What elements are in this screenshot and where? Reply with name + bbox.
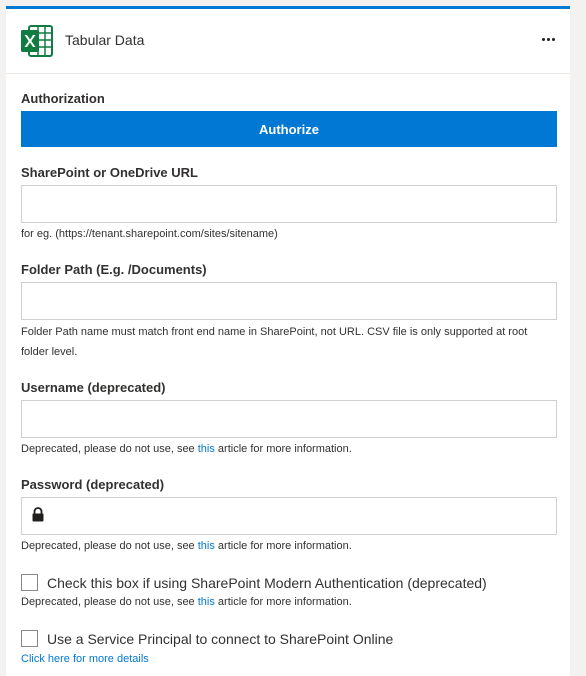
modern-auth-help: Deprecated, please do not use, see this … (21, 596, 352, 608)
more-options-icon[interactable] (538, 30, 558, 48)
modern-auth-checkbox[interactable] (21, 574, 38, 591)
username-input[interactable] (21, 400, 557, 438)
authorization-label: Authorization (21, 91, 105, 106)
authorize-button[interactable]: Authorize (21, 111, 557, 147)
folder-path-input[interactable] (21, 282, 557, 320)
folder-path-label: Folder Path (E.g. /Documents) (21, 262, 207, 277)
sharepoint-url-help: for eg. (https://tenant.sharepoint.com/s… (21, 228, 278, 240)
password-label: Password (deprecated) (21, 477, 165, 492)
modern-auth-label[interactable]: Check this box if using SharePoint Moder… (47, 575, 487, 591)
password-help: Deprecated, please do not use, see this … (21, 540, 352, 552)
password-article-link[interactable]: this (198, 540, 215, 552)
sharepoint-url-label: SharePoint or OneDrive URL (21, 165, 198, 180)
lock-icon (32, 507, 44, 522)
service-principal-label[interactable]: Use a Service Principal to connect to Sh… (47, 631, 393, 647)
password-input[interactable] (21, 497, 557, 535)
sharepoint-url-input[interactable] (21, 185, 557, 223)
username-label: Username (deprecated) (21, 380, 166, 395)
connector-title: Tabular Data (65, 32, 145, 48)
username-article-link[interactable]: this (198, 443, 215, 455)
modern-auth-article-link[interactable]: this (198, 596, 215, 608)
connector-panel: Tabular Data Authorization Authorize Sha… (6, 6, 570, 676)
excel-icon (21, 25, 53, 57)
more-details-link[interactable]: Click here for more details (21, 653, 149, 665)
service-principal-checkbox[interactable] (21, 630, 38, 647)
username-help: Deprecated, please do not use, see this … (21, 443, 352, 455)
folder-path-help: Folder Path name must match front end na… (21, 326, 528, 358)
panel-header: Tabular Data (6, 9, 570, 74)
